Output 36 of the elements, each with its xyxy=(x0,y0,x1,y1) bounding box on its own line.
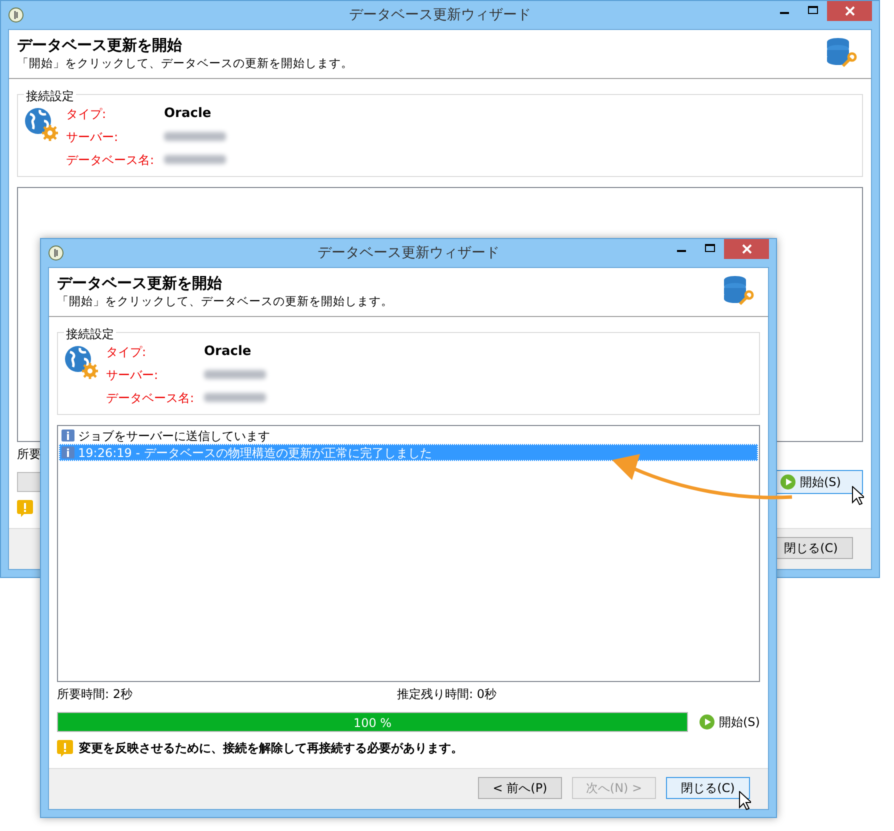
close-button[interactable] xyxy=(827,1,872,21)
app-icon xyxy=(8,7,24,23)
info-icon xyxy=(61,446,75,460)
field-value: Oracle xyxy=(164,105,212,123)
globe-gear-icon xyxy=(24,107,58,142)
dialog-subtitle: 「開始」をクリックして、データベースの更新を開始します。 xyxy=(57,293,394,310)
field-label: サーバー: xyxy=(106,366,160,384)
close-icon xyxy=(742,244,752,254)
log-entry[interactable]: ジョブをサーバーに送信しています xyxy=(59,427,758,444)
play-icon xyxy=(699,714,715,730)
close-icon xyxy=(845,6,855,16)
field-label: データベース名: xyxy=(106,390,196,407)
info-icon xyxy=(61,428,75,443)
globe-gear-icon xyxy=(64,345,98,380)
start-button[interactable]: 開始(S) xyxy=(694,710,760,734)
warning-message: 変更を反映させるために、接続を解除して再接続する必要があります。 xyxy=(79,740,463,757)
field-label: サーバー: xyxy=(66,128,120,146)
field-value: Oracle xyxy=(204,343,252,361)
field-label: データベース名: xyxy=(66,152,156,169)
elapsed-time: 所要時間: 2秒 xyxy=(57,687,132,701)
app-icon xyxy=(48,245,64,261)
close-button[interactable] xyxy=(724,239,769,259)
dialog-subtitle: 「開始」をクリックして、データベースの更新を開始します。 xyxy=(17,55,354,72)
window-title: データベース更新ウィザード xyxy=(318,244,500,262)
remaining-time: 推定残り時間: 0秒 xyxy=(397,686,496,703)
warning-icon xyxy=(17,500,33,516)
play-icon xyxy=(780,474,796,490)
elapsed-time: 所要 xyxy=(17,447,41,461)
dialog-heading: データベース更新を開始 xyxy=(57,274,223,293)
dialog-heading: データベース更新を開始 xyxy=(17,36,183,55)
field-label: タイプ: xyxy=(106,344,148,361)
dialog-button[interactable]: < 前へ(P) xyxy=(478,777,562,799)
field-label: タイプ: xyxy=(66,106,108,123)
progress-label: 100 % xyxy=(352,715,393,732)
window-title: データベース更新ウィザード xyxy=(349,6,531,24)
warning-icon xyxy=(57,740,73,756)
